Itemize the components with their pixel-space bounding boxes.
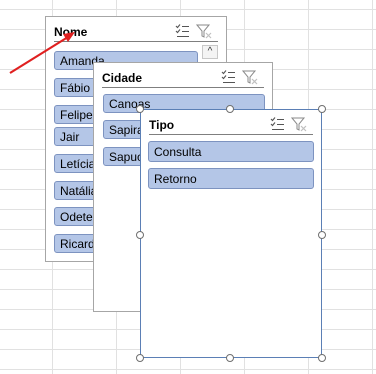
resize-handle[interactable]	[318, 105, 326, 113]
slicer-title: Cidade	[102, 71, 143, 85]
slicer-tipo[interactable]: Tipo Consulta Retorno	[140, 109, 322, 358]
scroll-up-button[interactable]: ^	[202, 45, 218, 59]
multi-select-icon[interactable]	[269, 116, 285, 132]
slicer-title: Tipo	[149, 118, 175, 132]
slicer-item[interactable]: Retorno	[148, 168, 314, 189]
resize-handle[interactable]	[136, 354, 144, 362]
resize-handle[interactable]	[318, 231, 326, 239]
multi-select-icon[interactable]	[220, 69, 236, 85]
resize-handle[interactable]	[136, 105, 144, 113]
clear-filter-icon[interactable]	[196, 23, 212, 39]
resize-handle[interactable]	[226, 354, 234, 362]
clear-filter-icon[interactable]	[291, 116, 307, 132]
slicer-header: Tipo	[149, 116, 313, 135]
slicer-header: Nome	[54, 23, 218, 42]
resize-handle[interactable]	[136, 231, 144, 239]
slicer-header: Cidade	[102, 69, 264, 88]
multi-select-icon[interactable]	[174, 23, 190, 39]
slicer-item[interactable]: Consulta	[148, 141, 314, 162]
resize-handle[interactable]	[226, 105, 234, 113]
resize-handle[interactable]	[318, 354, 326, 362]
slicer-title: Nome	[54, 25, 88, 39]
clear-filter-icon[interactable]	[242, 69, 258, 85]
